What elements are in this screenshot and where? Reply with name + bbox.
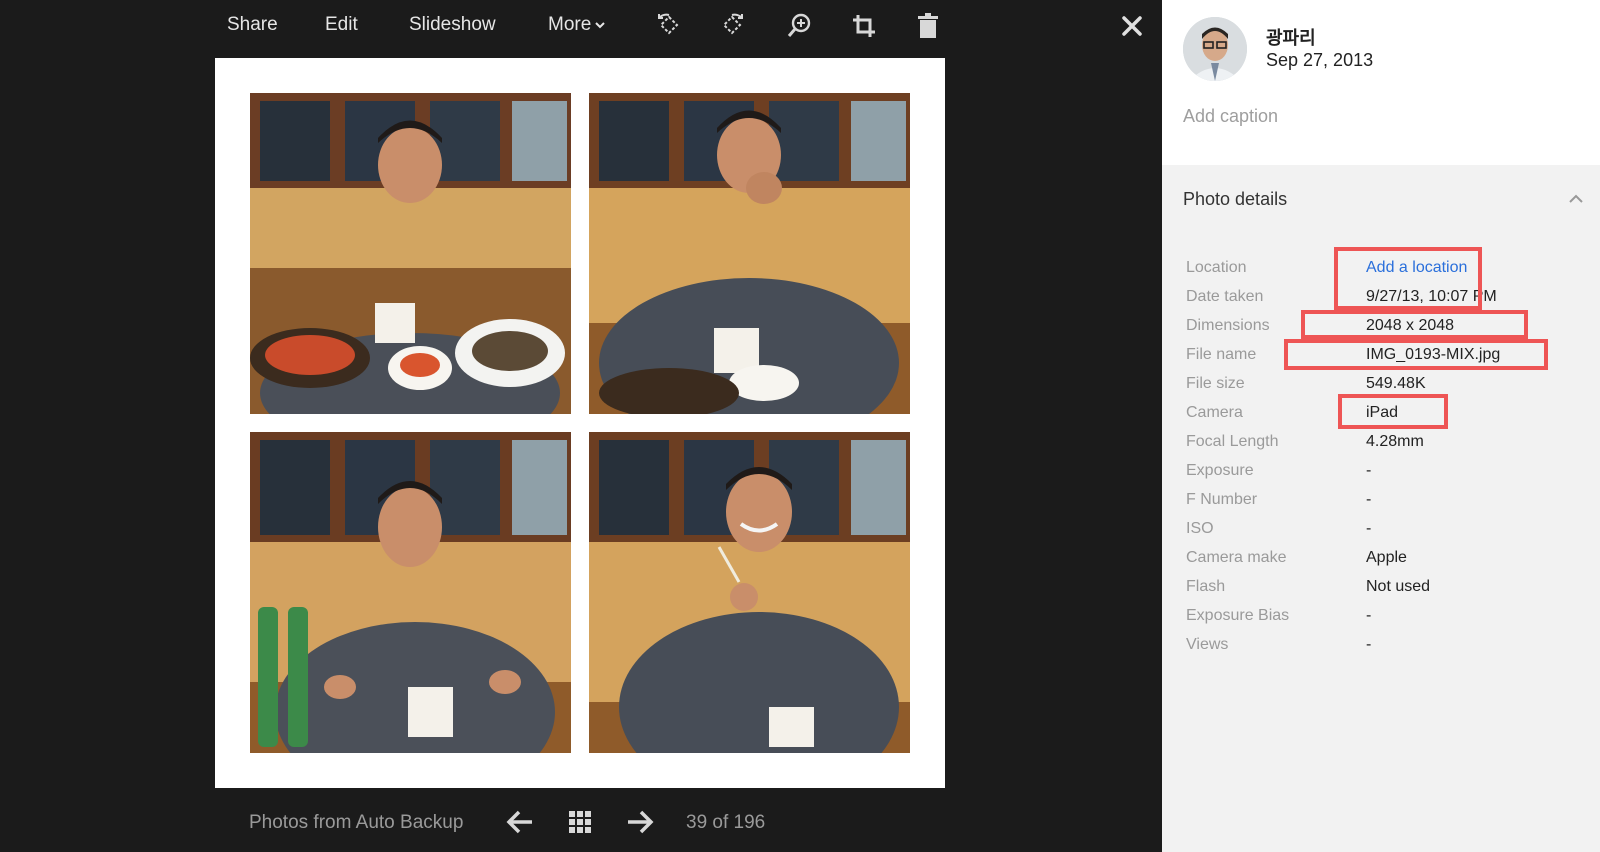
- detail-row-iso: ISO -: [1186, 520, 1586, 544]
- detail-label: Exposure Bias: [1186, 607, 1290, 624]
- rotate-right-icon[interactable]: [718, 12, 746, 40]
- detail-label: Focal Length: [1186, 433, 1279, 450]
- arrow-left-icon[interactable]: [504, 806, 536, 838]
- detail-value: Apple: [1366, 549, 1407, 566]
- close-icon[interactable]: [1118, 12, 1146, 40]
- detail-value: -: [1366, 520, 1372, 537]
- trash-icon[interactable]: [914, 12, 942, 40]
- avatar[interactable]: [1183, 17, 1247, 81]
- detail-row-focal-length: Focal Length 4.28mm: [1186, 433, 1586, 457]
- detail-label: Views: [1186, 636, 1229, 653]
- chevron-up-icon[interactable]: [1566, 189, 1586, 209]
- photo-tile: [589, 432, 910, 753]
- detail-row-location: Location Add a location: [1186, 259, 1586, 283]
- detail-row-camera: Camera iPad: [1186, 404, 1586, 428]
- detail-label: Camera: [1186, 404, 1243, 421]
- detail-row-dimensions: Dimensions 2048 x 2048: [1186, 317, 1586, 341]
- detail-label: Exposure: [1186, 462, 1254, 479]
- detail-row-views: Views -: [1186, 636, 1586, 660]
- detail-value: -: [1366, 607, 1372, 624]
- edit-button[interactable]: Edit: [325, 14, 358, 36]
- photo-tile: [250, 93, 571, 414]
- share-button[interactable]: Share: [227, 14, 278, 36]
- detail-label: ISO: [1186, 520, 1214, 537]
- detail-row-exposure: Exposure -: [1186, 462, 1586, 486]
- photo-details-header[interactable]: Photo details: [1183, 189, 1287, 210]
- photo-tile: [589, 93, 910, 414]
- owner-name[interactable]: 광파리: [1266, 24, 1316, 50]
- detail-label: Dimensions: [1186, 317, 1270, 334]
- detail-row-camera-make: Camera make Apple: [1186, 549, 1586, 573]
- more-label: More: [548, 14, 592, 35]
- photo-counter: 39 of 196: [686, 812, 766, 833]
- more-menu-button[interactable]: More: [548, 14, 606, 36]
- upload-date: Sep 27, 2013: [1266, 50, 1374, 70]
- photo-tile: [250, 432, 571, 753]
- photo-info-panel: 광파리 Sep 27, 2013 Add caption Photo detai…: [1162, 0, 1600, 852]
- chevron-down-icon: [594, 19, 606, 31]
- detail-value: -: [1366, 491, 1372, 508]
- crop-icon[interactable]: [850, 12, 878, 40]
- detail-value: 2048 x 2048: [1366, 317, 1455, 334]
- detail-row-file-name: File name IMG_0193-MIX.jpg: [1186, 346, 1586, 370]
- photo-viewer[interactable]: [215, 58, 945, 788]
- detail-label: Date taken: [1186, 288, 1264, 305]
- detail-row-date-taken: Date taken 9/27/13, 10:07 PM: [1186, 288, 1586, 312]
- detail-label: Location: [1186, 259, 1247, 276]
- detail-label: F Number: [1186, 491, 1258, 508]
- owner-section: 광파리 Sep 27, 2013 Add caption: [1162, 0, 1600, 165]
- photo-toolbar: Share Edit Slideshow More: [0, 0, 1162, 52]
- detail-label: File size: [1186, 375, 1245, 392]
- slideshow-button[interactable]: Slideshow: [409, 14, 496, 36]
- detail-value: IMG_0193-MIX.jpg: [1366, 346, 1501, 363]
- detail-row-flash: Flash Not used: [1186, 578, 1586, 602]
- detail-value: 549.48K: [1366, 375, 1426, 392]
- album-link[interactable]: Photos from Auto Backup: [249, 812, 463, 834]
- zoom-in-icon[interactable]: [785, 12, 813, 40]
- viewer-footer: Photos from Auto Backup 39 of 196: [0, 800, 1162, 844]
- detail-value: iPad: [1366, 404, 1399, 421]
- rotate-left-icon[interactable]: [655, 12, 683, 40]
- detail-value: -: [1366, 636, 1372, 653]
- detail-value: Not used: [1366, 578, 1431, 595]
- detail-label: Camera make: [1186, 549, 1287, 566]
- detail-label: Flash: [1186, 578, 1226, 595]
- detail-value: -: [1366, 462, 1372, 479]
- detail-row-f-number: F Number -: [1186, 491, 1586, 515]
- detail-row-file-size: File size 549.48K: [1186, 375, 1586, 399]
- caption-field[interactable]: Add caption: [1183, 106, 1278, 127]
- grid-icon[interactable]: [564, 806, 596, 838]
- detail-value: 4.28mm: [1366, 433, 1424, 450]
- detail-row-exposure-bias: Exposure Bias -: [1186, 607, 1586, 631]
- detail-value: 9/27/13, 10:07 PM: [1366, 288, 1497, 305]
- add-location-link[interactable]: Add a location: [1366, 259, 1467, 277]
- arrow-right-icon[interactable]: [624, 806, 656, 838]
- detail-label: File name: [1186, 346, 1257, 363]
